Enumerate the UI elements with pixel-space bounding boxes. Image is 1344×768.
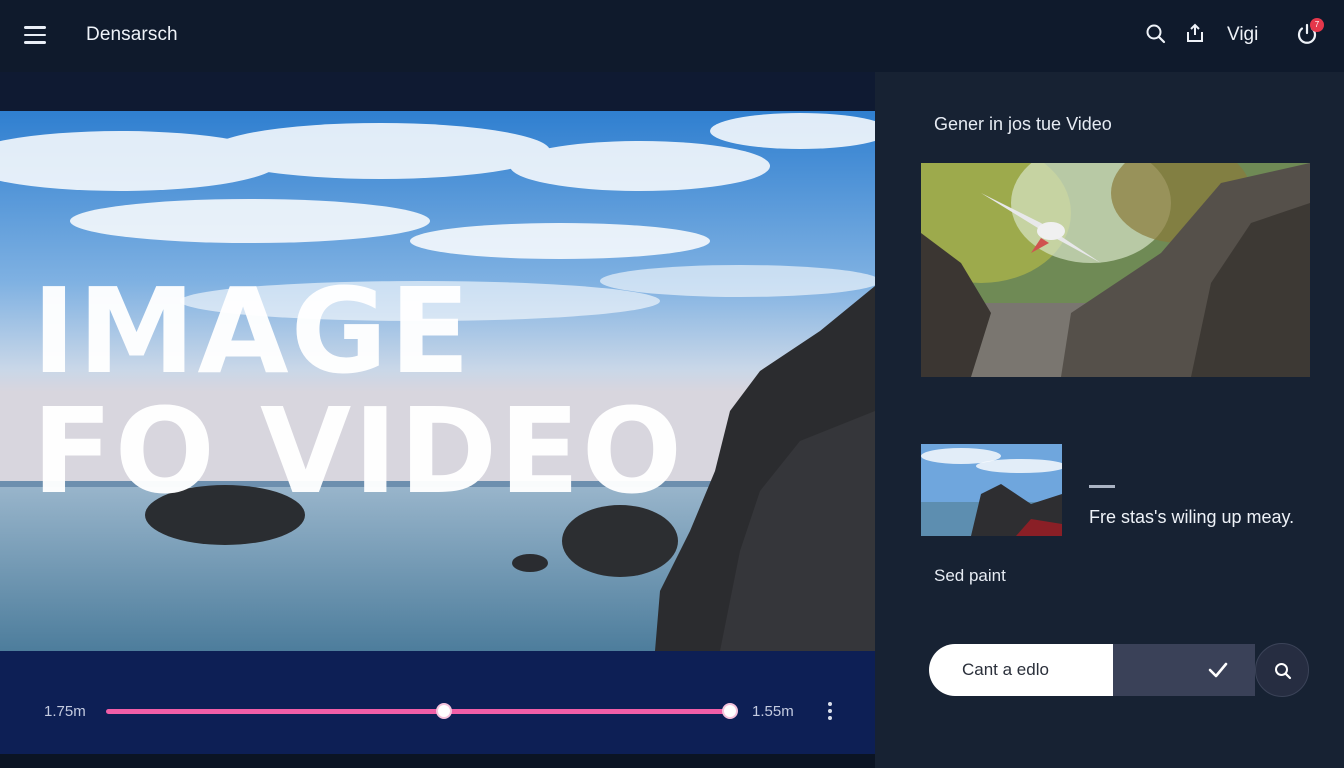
bottom-strip [0,754,875,768]
thumbnail-caption: Fre stas's wiling up meay. [1089,507,1295,527]
confirm-button[interactable] [1113,644,1255,696]
elapsed-time: 1.75m [44,703,86,720]
bird-image [921,163,1310,377]
end-handle[interactable] [722,703,738,719]
more-options-icon[interactable] [826,702,834,722]
top-bar: Densarsch Vigi 7 [0,0,1344,72]
menu-icon[interactable] [24,26,46,44]
search-icon [1275,663,1292,680]
timeline-scrubber[interactable] [106,709,732,714]
notification-badge: 7 [1310,18,1324,32]
hero-title-line-2: FO VIDEO [32,382,685,520]
prompt-input[interactable] [929,644,1113,696]
share-icon[interactable] [1183,22,1207,46]
total-time: 1.55m [752,703,794,720]
user-menu[interactable]: Vigi [1227,24,1258,46]
separator-dash [1089,485,1115,488]
player-controls [0,651,875,754]
video-thumbnail-coast[interactable] [921,444,1062,536]
video-thumbnail-bird[interactable] [921,163,1310,377]
playhead-handle[interactable] [436,703,453,719]
hero-title-line-1: IMAGE [32,262,473,400]
search-button[interactable] [1255,643,1309,697]
panel-title: Gener in jos tue Video [934,114,1112,134]
coast-image [921,444,1062,536]
app-title: Densarsch [86,24,178,45]
check-icon [1208,662,1228,678]
section-label: Sed paint [934,566,1006,585]
search-icon[interactable] [1144,22,1168,46]
